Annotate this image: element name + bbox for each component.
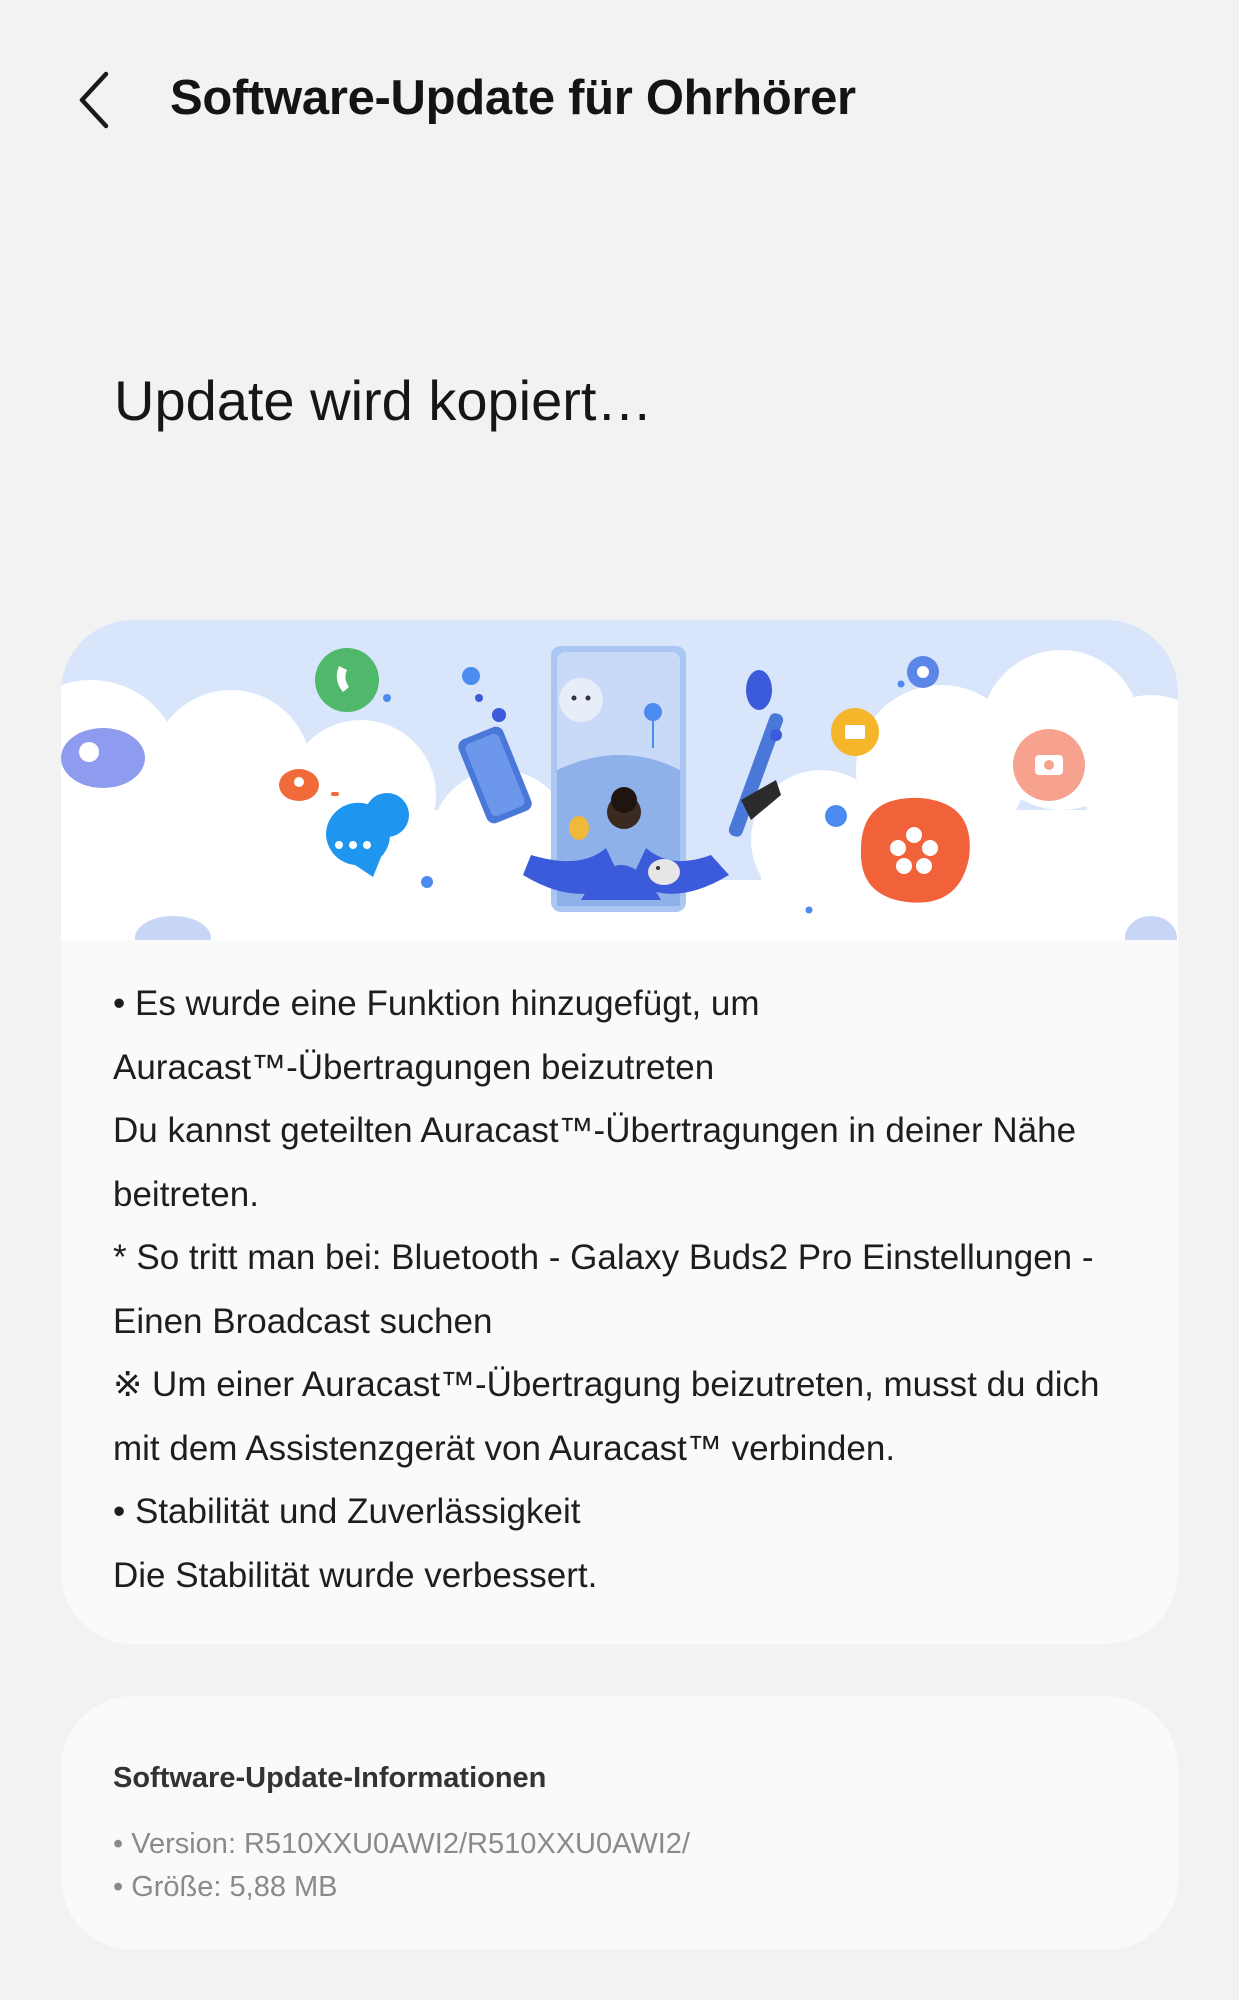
note-line: Auracast™-Übertragungen beizutreten	[113, 1047, 715, 1087]
note-line: ※ Um einer Auracast™-Übertragung beizutr…	[113, 1365, 1100, 1404]
version-info: • Version: R510XXU0AWI2/R510XXU0AWI2/	[113, 1828, 690, 1860]
note-line: beitreten.	[113, 1174, 259, 1214]
release-notes-text: • Es wurde eine Funktion hinzugefügt, um…	[113, 972, 1133, 1607]
release-notes-card: • Es wurde eine Funktion hinzugefügt, um…	[61, 620, 1178, 1644]
note-line: • Es wurde eine Funktion hinzugefügt, um	[113, 984, 760, 1023]
update-info-card: Software-Update-Informationen • Version:…	[61, 1696, 1178, 1950]
update-info-title: Software-Update-Informationen	[113, 1762, 547, 1794]
back-button[interactable]	[62, 64, 126, 136]
galaxy-ecosystem-illustration	[61, 620, 1178, 940]
page-title: Software-Update für Ohrhörer	[170, 71, 856, 125]
note-line: Die Stabilität wurde verbessert.	[113, 1555, 598, 1595]
chevron-left-icon	[79, 71, 109, 129]
note-line: Du kannst geteilten Auracast™-Übertragun…	[113, 1111, 1077, 1150]
note-line: mit dem Assistenzgerät von Auracast™ ver…	[113, 1428, 896, 1468]
note-line: • Stabilität und Zuverlässigkeit	[113, 1492, 581, 1531]
app-header: Software-Update für Ohrhörer	[0, 60, 1239, 140]
note-line: Einen Broadcast suchen	[113, 1301, 493, 1341]
update-status-text: Update wird kopiert…	[114, 369, 653, 432]
size-info: • Größe: 5,88 MB	[113, 1871, 338, 1903]
note-line: * So tritt man bei: Bluetooth - Galaxy B…	[113, 1238, 1094, 1277]
